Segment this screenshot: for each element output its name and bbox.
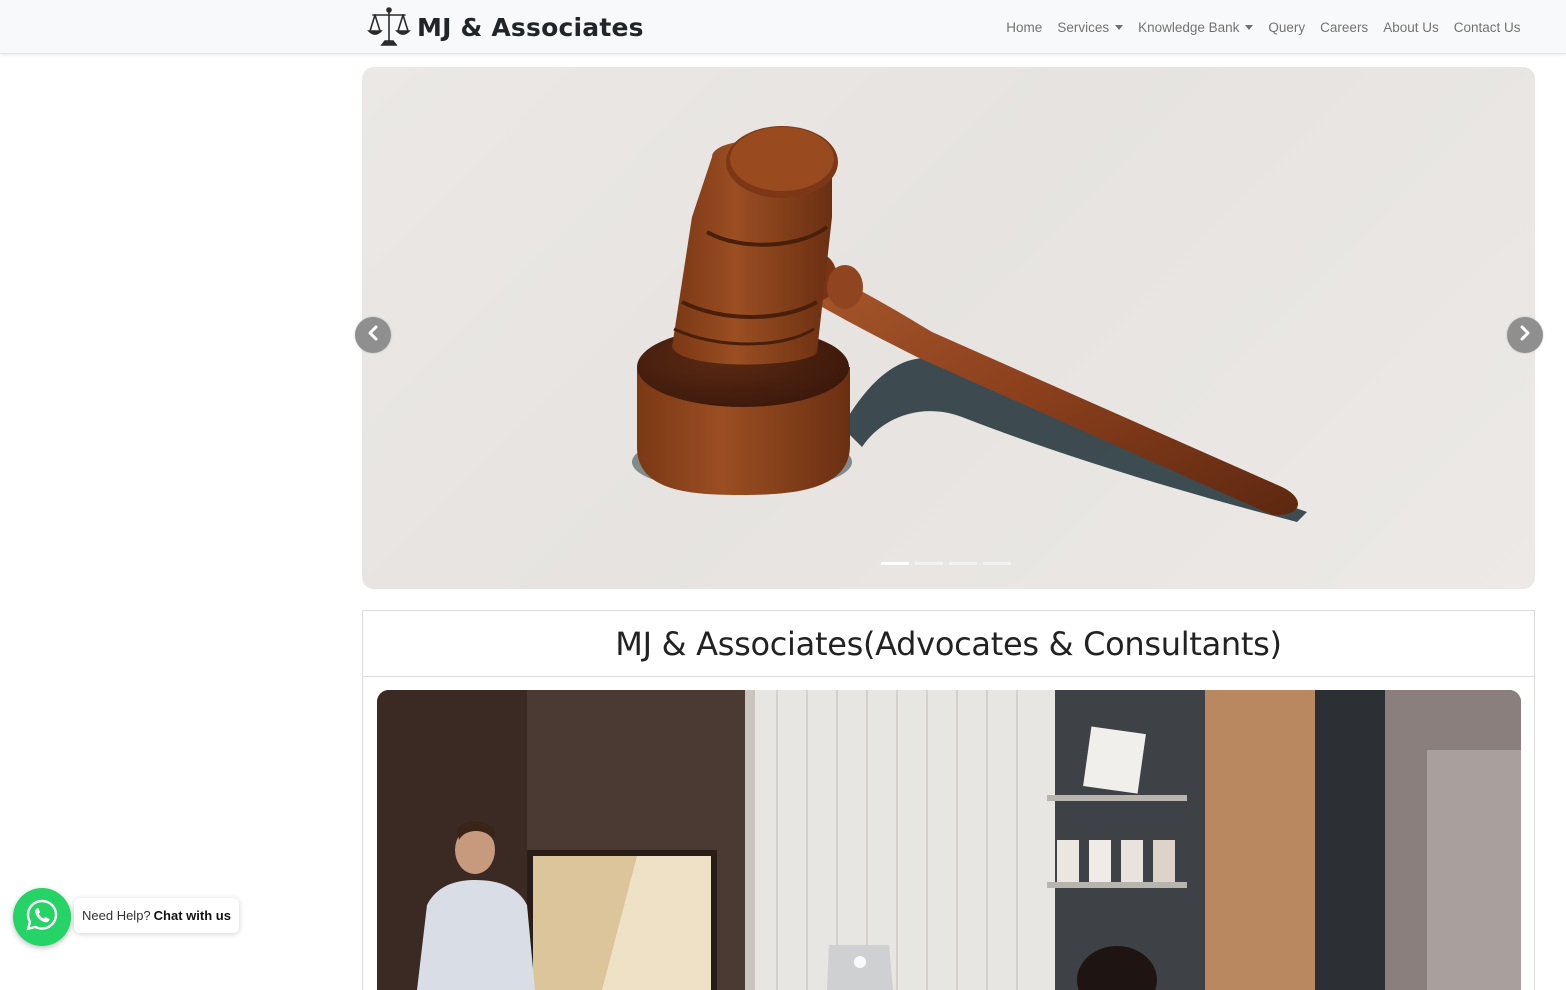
nav-home[interactable]: Home bbox=[999, 20, 1050, 35]
nav-home-label: Home bbox=[1006, 19, 1043, 35]
carousel-indicator[interactable] bbox=[880, 562, 909, 565]
chevron-left-icon bbox=[366, 325, 380, 346]
carousel-indicator[interactable] bbox=[914, 562, 943, 565]
nav-services-dropdown[interactable]: Services bbox=[1050, 20, 1131, 35]
nav-query-label: Query bbox=[1268, 19, 1306, 35]
carousel-next-button[interactable] bbox=[1507, 317, 1543, 353]
nav-services-label: Services bbox=[1057, 19, 1110, 35]
scales-of-justice-icon bbox=[367, 5, 411, 49]
brand-link[interactable]: MJ & Associates bbox=[367, 4, 644, 50]
nav-careers-label: Careers bbox=[1320, 19, 1369, 35]
caret-down-icon bbox=[1245, 24, 1254, 30]
hero-carousel bbox=[362, 67, 1535, 589]
whatsapp-help-prefix: Need Help? bbox=[82, 908, 151, 923]
gavel-image bbox=[632, 126, 1307, 522]
whatsapp-chat-cta: Chat with us bbox=[153, 908, 231, 923]
brand-name: MJ & Associates bbox=[417, 12, 644, 42]
nav-knowledge-bank-dropdown[interactable]: Knowledge Bank bbox=[1131, 20, 1261, 35]
nav-knowledge-bank-label: Knowledge Bank bbox=[1138, 19, 1240, 35]
carousel-indicator[interactable] bbox=[948, 562, 977, 565]
nav-careers[interactable]: Careers bbox=[1313, 20, 1376, 35]
carousel-indicators bbox=[362, 562, 1532, 565]
card-header: MJ & Associates(Advocates & Consultants) bbox=[363, 611, 1534, 677]
carousel-prev-button[interactable] bbox=[355, 317, 391, 353]
whatsapp-chat-bubble[interactable]: Need Help? Chat with us bbox=[74, 898, 239, 933]
page-title: MJ & Associates(Advocates & Consultants) bbox=[615, 624, 1282, 663]
nav-contact-us-label: Contact Us bbox=[1453, 19, 1521, 35]
nav-query[interactable]: Query bbox=[1261, 20, 1313, 35]
nav-about-us-label: About Us bbox=[1383, 19, 1439, 35]
main-nav: Home Services Knowledge Bank Query Caree… bbox=[999, 0, 1528, 54]
navbar: MJ & Associates Home Services Knowledge … bbox=[0, 0, 1566, 54]
carousel-indicator[interactable] bbox=[982, 562, 1011, 565]
whatsapp-chat-button[interactable] bbox=[13, 888, 71, 946]
intro-card: MJ & Associates(Advocates & Consultants) bbox=[362, 610, 1535, 990]
chevron-right-icon bbox=[1518, 325, 1532, 346]
nav-about-us[interactable]: About Us bbox=[1376, 20, 1447, 35]
caret-down-icon bbox=[1115, 24, 1124, 30]
office-meeting-image bbox=[377, 690, 1521, 990]
whatsapp-icon bbox=[25, 898, 59, 937]
nav-contact-us[interactable]: Contact Us bbox=[1446, 20, 1528, 35]
